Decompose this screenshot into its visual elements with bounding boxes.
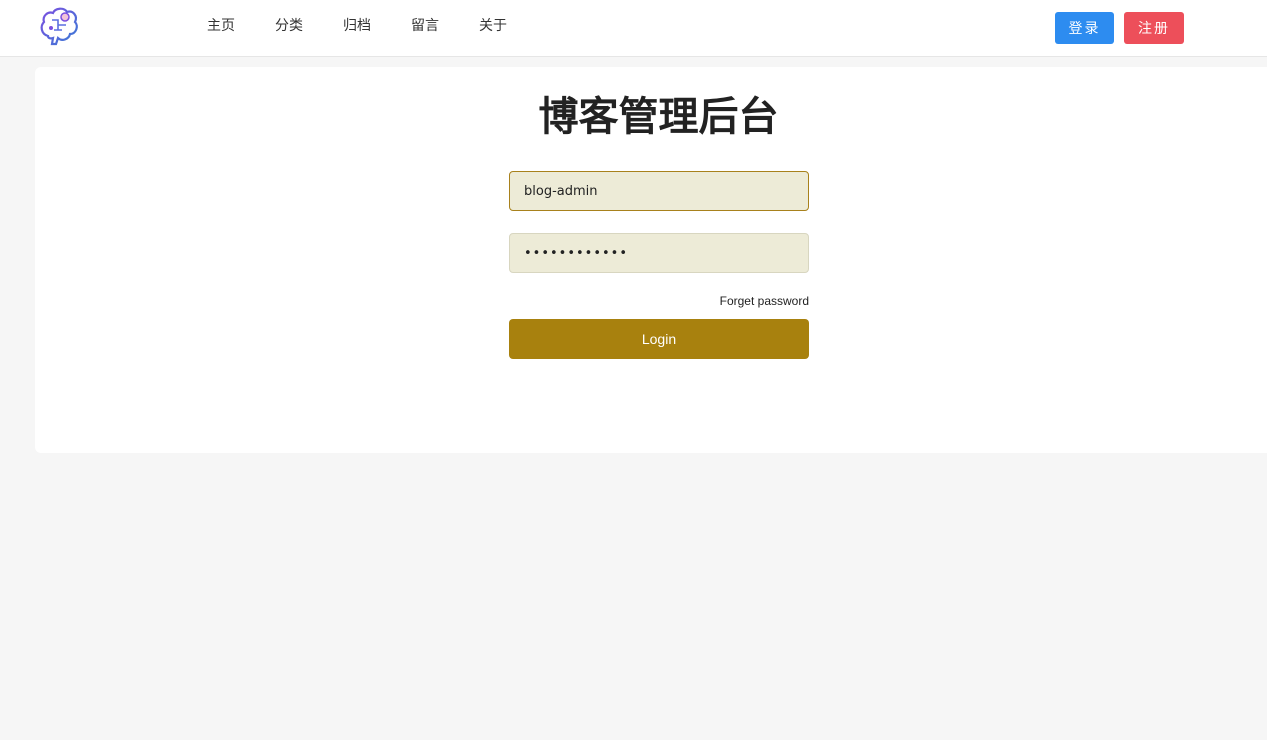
nav-item-about[interactable]: 关于	[459, 0, 527, 54]
nav-item-message[interactable]: 留言	[391, 0, 459, 54]
forget-password-link[interactable]: Forget password	[509, 294, 809, 308]
nav-item-category[interactable]: 分类	[255, 0, 323, 54]
main-nav: 主页 分类 归档 留言 关于	[187, 0, 527, 56]
page-title: 博客管理后台	[538, 94, 779, 140]
brain-logo-icon[interactable]	[38, 6, 80, 46]
username-input[interactable]	[509, 171, 809, 211]
header-login-button[interactable]: 登录	[1055, 12, 1114, 44]
header-register-button[interactable]: 注册	[1124, 12, 1184, 44]
password-input[interactable]	[509, 233, 809, 273]
top-navbar: 主页 分类 归档 留言 关于 登录 注册	[0, 0, 1267, 57]
nav-item-home[interactable]: 主页	[187, 0, 255, 54]
nav-item-archive[interactable]: 归档	[323, 0, 391, 54]
login-submit-button[interactable]: Login	[509, 319, 809, 359]
